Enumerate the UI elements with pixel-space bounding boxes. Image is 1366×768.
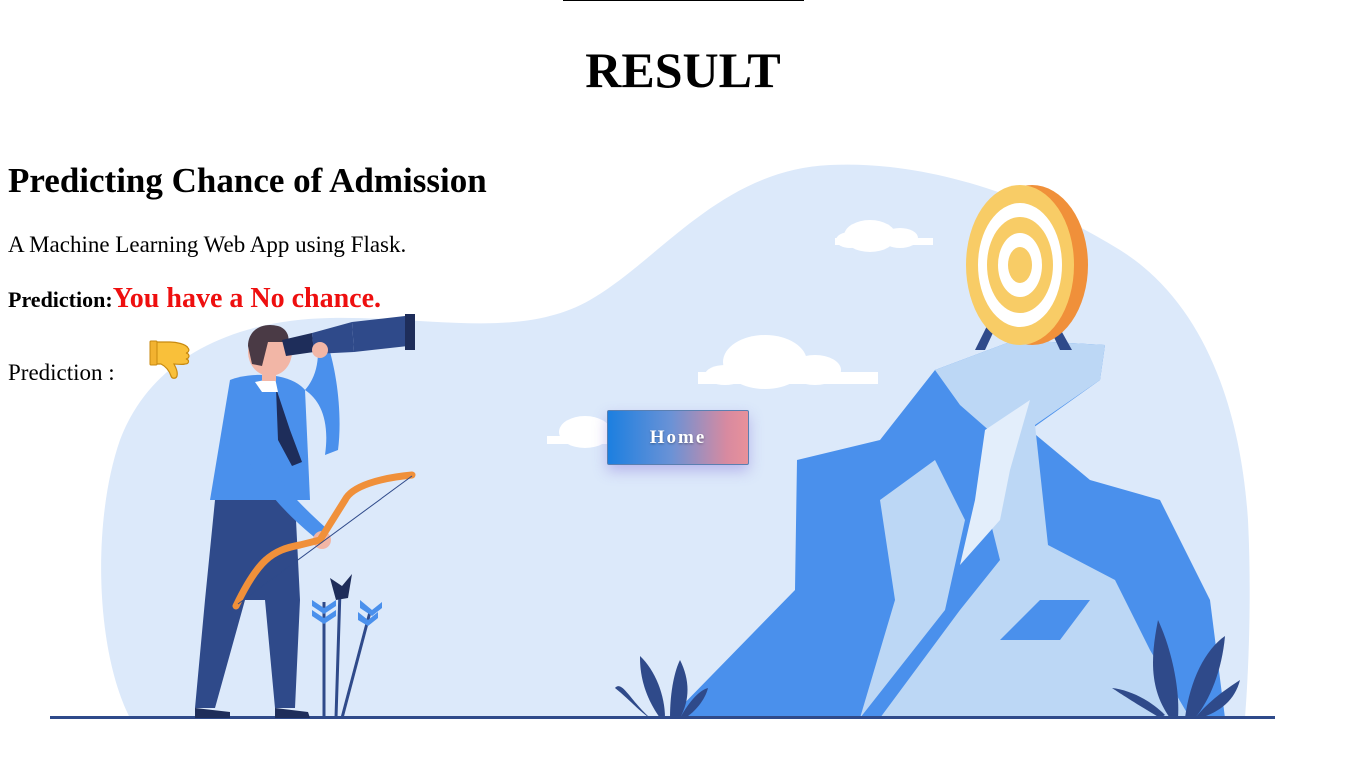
prediction-result: Prediction:You have a No chance.	[8, 283, 381, 315]
result-page: RESULT Predicting Chance of Admission A …	[0, 0, 1366, 768]
ground-line	[50, 716, 1275, 719]
prediction-label: Prediction:	[8, 287, 113, 312]
page-heading: RESULT	[585, 42, 781, 98]
home-button[interactable]: Home	[607, 410, 749, 465]
app-subtitle: A Machine Learning Web App using Flask.	[8, 232, 407, 257]
background-illustration	[50, 164, 1275, 719]
prediction-secondary-label: Prediction :	[8, 360, 115, 385]
thumbs-down-icon	[149, 340, 190, 379]
app-title: Predicting Chance of Admission	[8, 161, 487, 200]
prediction-value: You have a No chance.	[112, 283, 382, 314]
